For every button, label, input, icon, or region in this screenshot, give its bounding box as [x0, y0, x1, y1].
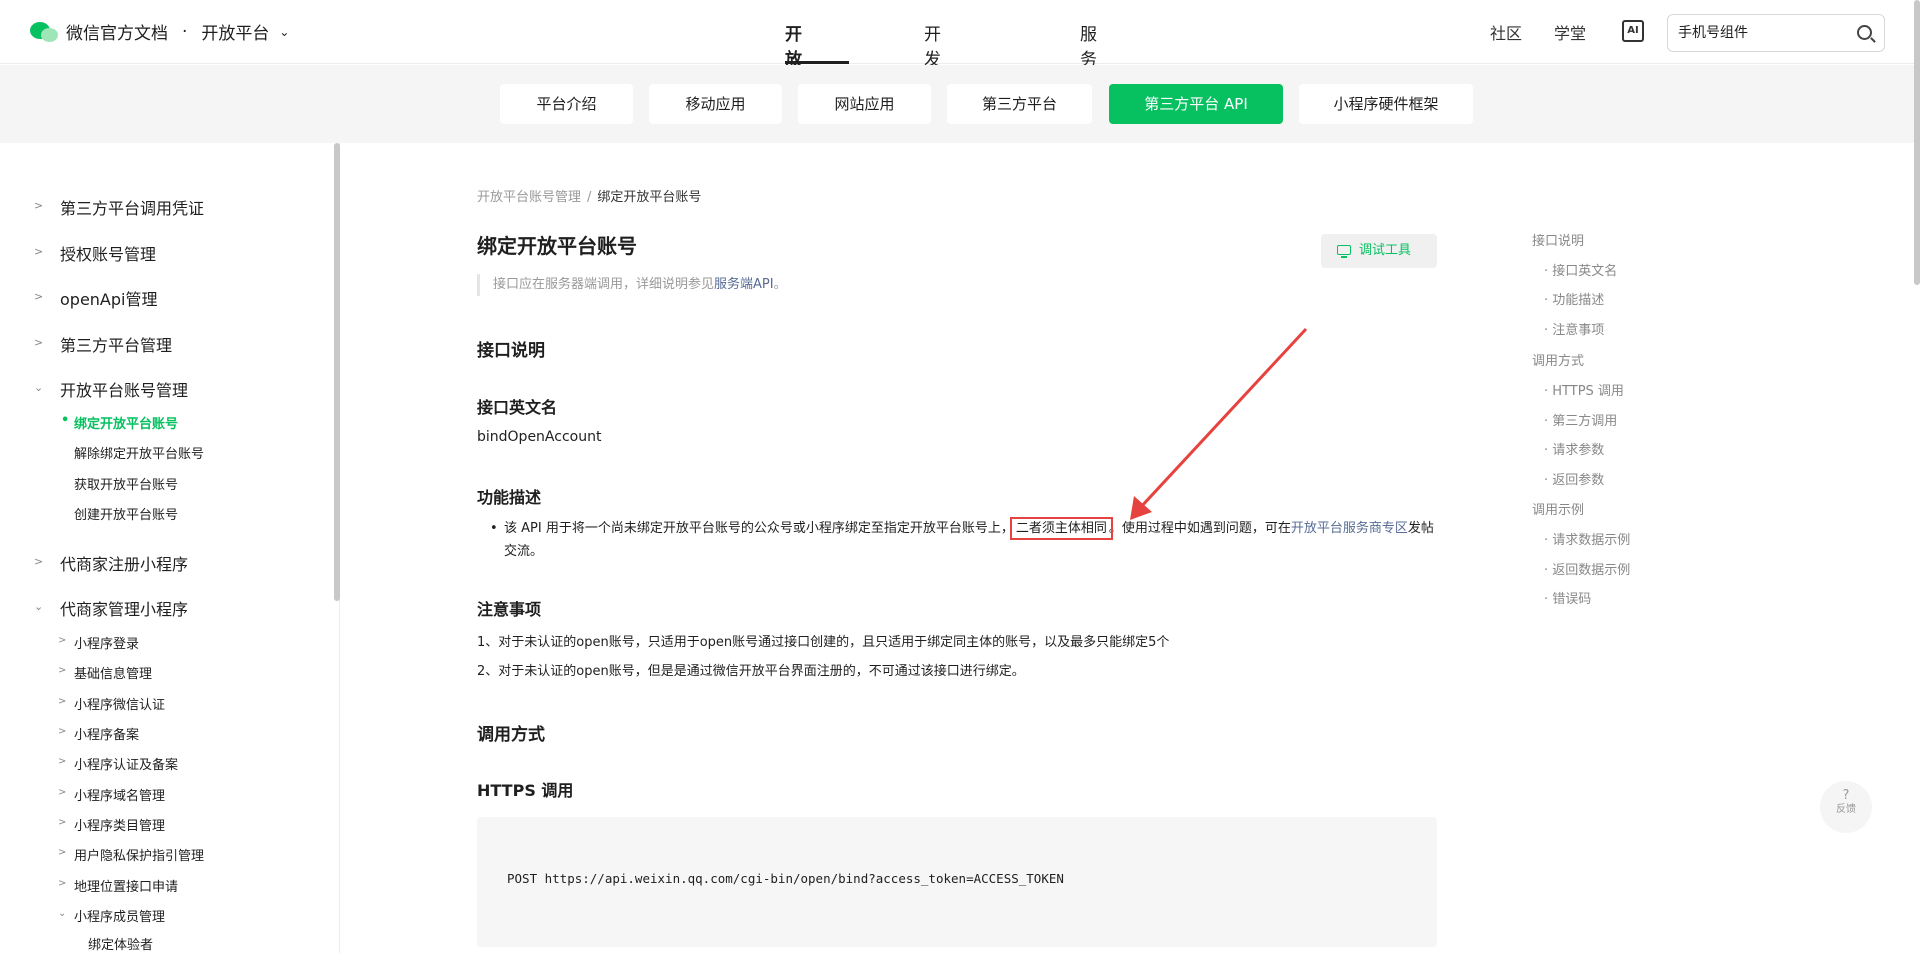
- heading-en-name: 接口英文名: [477, 398, 558, 417]
- nav-community[interactable]: 社区: [1490, 20, 1522, 44]
- feedback-button[interactable]: ? 反馈: [1820, 781, 1872, 833]
- toc-item[interactable]: · 错误码: [1544, 588, 1591, 607]
- sidebar-sub-members[interactable]: ⌄ 小程序成员管理: [58, 906, 165, 925]
- sidebar-sub-unbind-account[interactable]: 解除绑定开放平台账号: [74, 443, 204, 462]
- chevron-right-icon: >: [58, 635, 67, 646]
- sidebar-sub-bind-tester[interactable]: 绑定体验者: [88, 934, 153, 953]
- sidebar-sub-filing[interactable]: > 小程序备案: [58, 724, 139, 743]
- tab-mini-program-hardware[interactable]: 小程序硬件框架: [1299, 84, 1473, 124]
- breadcrumb: 开放平台账号管理 / 绑定开放平台账号: [477, 190, 702, 205]
- page-title: 绑定开放平台账号: [477, 234, 637, 258]
- toc-item[interactable]: · 第三方调用: [1544, 410, 1617, 429]
- brand-title[interactable]: 微信官方文档: [66, 19, 168, 44]
- chevron-down-icon[interactable]: ⌄: [279, 25, 289, 39]
- chevron-right-icon: >: [34, 555, 44, 568]
- toc-item[interactable]: · 接口英文名: [1544, 260, 1617, 279]
- tab-mobile-app[interactable]: 移动应用: [649, 84, 782, 124]
- sidebar-sub-domain[interactable]: > 小程序域名管理: [58, 785, 165, 804]
- en-name-value: bindOpenAccount: [477, 429, 602, 445]
- annotation-arrow-line: [1138, 327, 1308, 510]
- nav-academy[interactable]: 学堂: [1554, 20, 1586, 44]
- code-request-line: POST https://api.weixin.qq.com/cgi-bin/o…: [507, 871, 1064, 886]
- toc-item[interactable]: · 返回数据示例: [1544, 559, 1630, 578]
- server-side-note: 接口应在服务器端调用，详细说明参见服务端API。: [477, 274, 787, 296]
- toc-item[interactable]: · HTTPS 调用: [1544, 380, 1624, 399]
- brand-separator: ·: [182, 21, 188, 42]
- chevron-right-icon: >: [58, 878, 67, 889]
- toc-item[interactable]: · 注意事项: [1544, 319, 1604, 338]
- heading-call-method: 调用方式: [477, 725, 545, 745]
- chevron-down-icon: ⌄: [34, 600, 44, 613]
- active-bullet-icon: •: [61, 413, 70, 428]
- top-header: 微信官方文档 · 开放平台 ⌄ 开放平台 开发者平台 服务商 社区 学堂 AI: [0, 0, 1920, 145]
- sidebar-sub-login[interactable]: > 小程序登录: [58, 633, 139, 652]
- tab-third-party-platform[interactable]: 第三方平台: [947, 84, 1092, 124]
- toc-item[interactable]: · 请求数据示例: [1544, 529, 1630, 548]
- breadcrumb-parent[interactable]: 开放平台账号管理: [477, 190, 581, 205]
- breadcrumb-current: 绑定开放平台账号: [597, 190, 702, 205]
- debug-tool-button[interactable]: 调试工具: [1321, 234, 1437, 268]
- heading-https-call: HTTPS 调用: [477, 781, 574, 800]
- service-provider-zone-link[interactable]: 开放平台服务商专区: [1291, 521, 1408, 536]
- highlighted-requirement: 二者须主体相同: [1009, 517, 1113, 540]
- left-sidebar: > 第三方平台调用凭证 > 授权账号管理 > openApi管理 > 第三方平台管理 ⌄…: [0, 143, 340, 953]
- feedback-label: 反馈: [1836, 804, 1856, 815]
- sidebar-sub-privacy[interactable]: > 用户隐私保护指引管理: [58, 845, 204, 864]
- chevron-right-icon: >: [34, 336, 44, 349]
- toc-item[interactable]: · 请求参数: [1544, 439, 1604, 458]
- note-item-1: 1、对于未认证的open账号，只适用于open账号通过接口创建的，且只适用于绑定…: [477, 635, 1170, 650]
- tab-website-app[interactable]: 网站应用: [798, 84, 931, 124]
- sub-tab-bar: 平台介绍 移动应用 网站应用 第三方平台 第三方平台 API 小程序硬件框架: [0, 65, 1920, 143]
- question-icon: ?: [1842, 788, 1850, 803]
- code-block: POST https://api.weixin.qq.com/cgi-bin/o…: [477, 817, 1437, 947]
- function-description: • 该 API 用于将一个尚未绑定开放平台账号的公众号或小程序绑定至指定开放平台账…: [490, 517, 1434, 559]
- sidebar-sub-create-account[interactable]: 创建开放平台账号: [74, 504, 178, 523]
- tab-platform-intro[interactable]: 平台介绍: [500, 84, 633, 124]
- page-scrollbar[interactable]: [1914, 0, 1920, 285]
- toc-item[interactable]: 调用方式: [1532, 350, 1584, 369]
- sidebar-sub-cert-filing[interactable]: > 小程序认证及备案: [58, 754, 178, 773]
- search-input[interactable]: [1668, 15, 1838, 51]
- chevron-right-icon: >: [58, 847, 67, 858]
- sidebar-sub-get-account[interactable]: 获取开放平台账号: [74, 474, 178, 493]
- active-nav-underline: [785, 61, 849, 64]
- heading-notes: 注意事项: [477, 600, 542, 619]
- sidebar-sub-basic-info[interactable]: > 基础信息管理: [58, 663, 152, 682]
- toc-item[interactable]: 接口说明: [1532, 230, 1584, 249]
- chevron-down-icon: ⌄: [34, 381, 44, 394]
- sidebar-sub-location[interactable]: > 地理位置接口申请: [58, 876, 178, 895]
- sidebar-sub-wechat-cert[interactable]: > 小程序微信认证: [58, 694, 165, 713]
- note-item-2: 2、对于未认证的open账号，但是是通过微信开放平台界面注册的，不可通过该接口进…: [477, 664, 1025, 679]
- monitor-icon: [1337, 245, 1351, 258]
- ai-assistant-icon[interactable]: AI: [1622, 20, 1644, 42]
- chevron-down-icon: ⌄: [58, 908, 67, 919]
- toc-item[interactable]: · 返回参数: [1544, 469, 1604, 488]
- chevron-right-icon: >: [58, 817, 67, 828]
- section-switcher[interactable]: 开放平台: [201, 19, 269, 44]
- search-box[interactable]: [1667, 14, 1885, 52]
- sidebar-sub-category[interactable]: > 小程序类目管理: [58, 815, 165, 834]
- wechat-logo-icon: [30, 20, 58, 44]
- toc-item[interactable]: · 功能描述: [1544, 289, 1604, 308]
- chevron-right-icon: >: [34, 290, 44, 303]
- chevron-right-icon: >: [34, 245, 44, 258]
- tab-third-party-api[interactable]: 第三方平台 API: [1109, 84, 1283, 124]
- chevron-right-icon: >: [58, 787, 67, 798]
- search-icon[interactable]: [1857, 25, 1872, 40]
- sidebar-sub-bind-account[interactable]: • 绑定开放平台账号: [61, 413, 178, 432]
- chevron-right-icon: >: [58, 726, 67, 737]
- brand-logo[interactable]: 微信官方文档 · 开放平台 ⌄: [30, 19, 289, 44]
- toc-item[interactable]: 调用示例: [1532, 499, 1584, 518]
- chevron-right-icon: >: [58, 665, 67, 676]
- sidebar-scrollbar[interactable]: [334, 143, 340, 601]
- chevron-right-icon: >: [34, 199, 44, 212]
- chevron-right-icon: >: [58, 756, 67, 767]
- heading-interface: 接口说明: [477, 341, 545, 361]
- heading-function: 功能描述: [477, 488, 542, 507]
- server-api-link[interactable]: 服务端API: [714, 277, 774, 292]
- chevron-right-icon: >: [58, 696, 67, 707]
